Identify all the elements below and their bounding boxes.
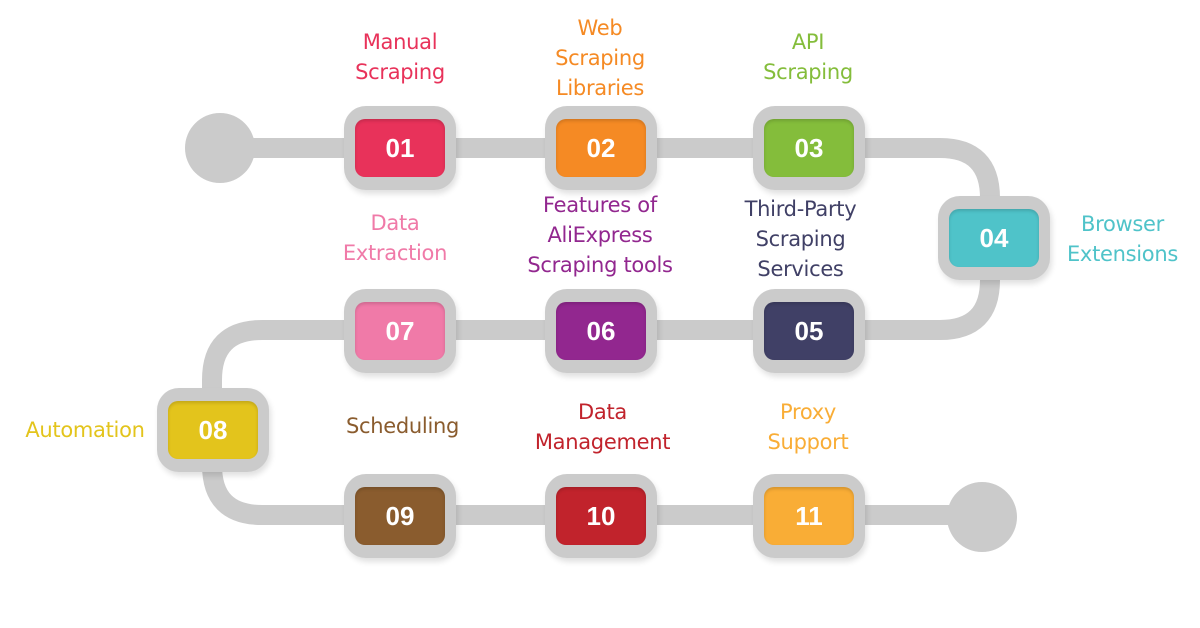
- step-badge: 08: [168, 401, 258, 459]
- label-line: API: [791, 30, 825, 54]
- step-badge: 09: [355, 487, 445, 545]
- end-endcap: [947, 482, 1017, 552]
- step-badge: 03: [764, 119, 854, 177]
- label-line: Automation: [25, 418, 145, 442]
- label-line: Scraping: [355, 60, 445, 84]
- step-badge: 11: [764, 487, 854, 545]
- step-label: Web Scraping Libraries: [520, 13, 680, 103]
- step-label: Features of AliExpress Scraping tools: [505, 190, 695, 280]
- step-label: Manual Scraping: [320, 27, 480, 87]
- label-line: Libraries: [556, 76, 644, 100]
- step-label: Third-Party Scraping Services: [718, 194, 883, 284]
- label-line: Support: [767, 430, 849, 454]
- label-line: Manual: [362, 30, 438, 54]
- label-line: Extraction: [342, 241, 448, 265]
- step-label: Data Extraction: [315, 208, 475, 268]
- label-line: Third-Party: [744, 197, 857, 221]
- label-line: Management: [534, 430, 671, 454]
- step-badge: 04: [949, 209, 1039, 267]
- step-badge: 01: [355, 119, 445, 177]
- label-line: Web: [577, 16, 623, 40]
- step-badge: 05: [764, 302, 854, 360]
- label-line: Data: [370, 211, 420, 235]
- label-line: Scraping: [755, 227, 846, 251]
- step-badge: 07: [355, 302, 445, 360]
- label-line: Proxy: [779, 400, 837, 424]
- step-label: API Scraping: [728, 27, 888, 87]
- step-label: Scheduling: [325, 411, 480, 441]
- label-line: Scraping: [555, 46, 645, 70]
- step-badge: 06: [556, 302, 646, 360]
- label-line: Features of: [543, 193, 657, 217]
- label-line: Extensions: [1066, 242, 1179, 266]
- label-line: Data: [578, 400, 627, 424]
- label-line: Browser: [1081, 212, 1164, 236]
- step-label: Browser Extensions: [1050, 209, 1195, 269]
- step-badge: 02: [556, 119, 646, 177]
- step-label: Automation: [10, 415, 160, 445]
- step-label: Proxy Support: [728, 397, 888, 457]
- label-line: Scheduling: [345, 414, 460, 438]
- label-line: AliExpress: [547, 223, 653, 247]
- label-line: Scraping tools: [527, 253, 673, 277]
- step-badge: 10: [556, 487, 646, 545]
- step-label: Data Management: [515, 397, 690, 457]
- start-endcap: [185, 113, 255, 183]
- label-line: Services: [757, 257, 844, 281]
- label-line: Scraping: [763, 60, 853, 84]
